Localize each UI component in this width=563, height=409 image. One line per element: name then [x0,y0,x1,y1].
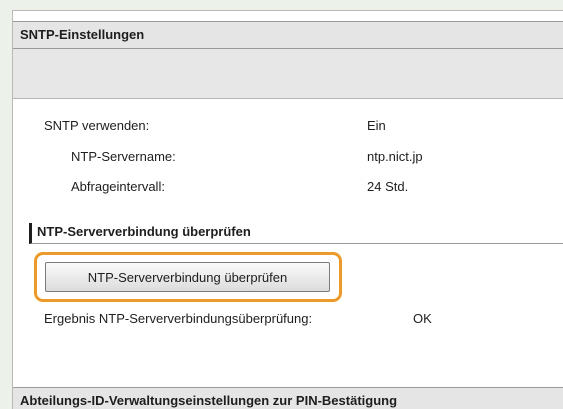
subsection-title-connection-check: NTP-Serververbindung überprüfen [29,223,563,244]
server-name-value: ntp.nict.jp [367,149,423,164]
use-sntp-label: SNTP verwenden: [44,118,150,133]
poll-interval-label: Abfrageintervall: [71,179,165,194]
connection-check-title: NTP-Serververbindung überprüfen [37,224,251,239]
sntp-info-box [13,49,563,99]
settings-panel: SNTP-Einstellungen SNTP verwenden: Ein N… [12,10,563,409]
check-result-value: OK [413,311,432,326]
button-highlight-ring: NTP-Serververbindung überprüfen [34,252,342,302]
section-header-sntp: SNTP-Einstellungen [13,21,563,49]
check-connection-button[interactable]: NTP-Serververbindung überprüfen [45,262,330,292]
use-sntp-value: Ein [367,118,386,133]
server-name-label: NTP-Servername: [71,149,176,164]
section-title-sntp: SNTP-Einstellungen [20,27,145,42]
section-title-department-id: Abteilungs-ID-Verwaltungseinstellungen z… [20,393,398,408]
poll-interval-value: 24 Std. [367,179,409,194]
section-header-department-id: Abteilungs-ID-Verwaltungseinstellungen z… [13,387,563,409]
check-result-label: Ergebnis NTP-Serververbindungsüberprüfun… [44,311,313,326]
